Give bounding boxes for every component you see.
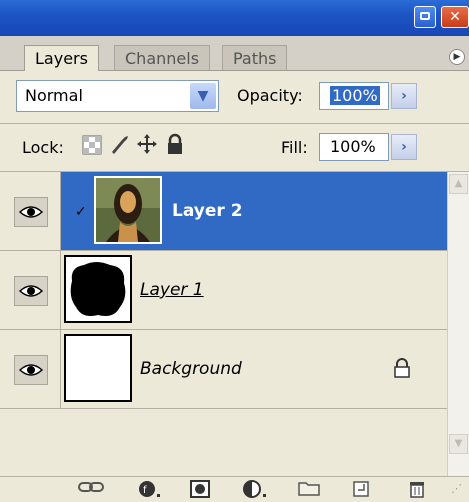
svg-text:f: f — [143, 485, 147, 496]
layer-row-layer-1[interactable]: Layer 1 — [0, 251, 447, 330]
fill-field[interactable]: 100% — [319, 133, 389, 161]
lock-label: Lock: — [22, 138, 64, 157]
blend-mode-select[interactable]: Normal ▼ — [16, 80, 219, 112]
chevron-down-icon: ▼ — [454, 438, 463, 449]
lock-transparent-pixels-icon[interactable] — [82, 135, 102, 160]
layer-row-layer-2[interactable]: ✓ Layer 2 — [0, 172, 447, 251]
layers-scrollbar[interactable]: ▲ ▼ — [447, 172, 469, 476]
minimize-button[interactable] — [414, 6, 436, 28]
layers-list: ✓ Layer 2 Layer 1 Background — [0, 172, 447, 476]
visibility-toggle[interactable] — [14, 197, 48, 227]
layer-thumbnail-white — [64, 334, 132, 402]
opacity-value: 100% — [330, 86, 380, 105]
divider — [0, 123, 469, 124]
palette-menu-button[interactable]: ▶ — [449, 49, 465, 65]
lock-image-pixels-icon[interactable] — [108, 132, 132, 161]
fill-label: Fill: — [281, 138, 308, 157]
visibility-toggle[interactable] — [14, 355, 48, 385]
add-mask-icon[interactable] — [190, 480, 210, 498]
visibility-cell — [0, 330, 61, 408]
arrow-right-icon: › — [401, 139, 407, 155]
resize-grip-icon[interactable]: ⋰ — [451, 480, 462, 498]
opacity-label: Opacity: — [237, 86, 303, 105]
eye-icon — [19, 285, 43, 297]
arrow-right-icon: › — [401, 88, 407, 104]
new-layer-icon[interactable] — [352, 480, 370, 498]
link-icon[interactable] — [78, 480, 104, 498]
visibility-cell — [0, 251, 61, 329]
eye-icon — [19, 206, 43, 218]
scroll-up-button[interactable]: ▲ — [449, 174, 468, 194]
layer-name[interactable]: Layer 2 — [172, 172, 243, 250]
opacity-slider-button[interactable]: › — [391, 83, 417, 109]
adjustment-layer-icon[interactable] — [243, 480, 269, 498]
tab-strip: Layers Channels Paths ▶ — [0, 36, 469, 71]
chevron-down-icon[interactable]: ▼ — [190, 83, 216, 109]
layer-style-icon[interactable]: f — [138, 480, 162, 498]
layer-thumbnail-black-blob — [64, 255, 132, 323]
play-arrow-icon: ▶ — [453, 52, 461, 62]
lock-icon — [393, 358, 411, 382]
tab-layers-label: Layers — [35, 49, 88, 68]
tab-layers[interactable]: Layers — [24, 45, 99, 71]
close-icon: ✕ — [449, 9, 461, 25]
folder-icon[interactable] — [298, 480, 320, 498]
layer-row-background[interactable]: Background — [0, 330, 447, 409]
layer-name[interactable]: Background — [140, 330, 242, 408]
opacity-field[interactable]: 100% — [319, 82, 389, 110]
tab-paths[interactable]: Paths — [222, 45, 288, 70]
layers-toolbar: f ⋰ — [0, 476, 469, 499]
lock-position-icon[interactable] — [136, 133, 158, 160]
layer-name[interactable]: Layer 1 — [140, 251, 204, 329]
lock-all-icon[interactable] — [165, 133, 185, 160]
visibility-cell — [0, 172, 61, 250]
brush-link-icon: ✓ — [75, 204, 87, 220]
blend-mode-value: Normal — [25, 86, 83, 105]
trash-icon[interactable] — [408, 480, 426, 498]
tab-channels-label: Channels — [125, 49, 200, 68]
minimize-icon — [420, 12, 430, 20]
fill-slider-button[interactable]: › — [391, 134, 417, 160]
visibility-toggle[interactable] — [14, 276, 48, 306]
close-button[interactable]: ✕ — [441, 6, 469, 28]
tab-channels[interactable]: Channels — [114, 45, 211, 70]
scroll-down-button[interactable]: ▼ — [449, 434, 468, 454]
fill-value: 100% — [330, 137, 376, 156]
chevron-up-icon: ▲ — [454, 178, 463, 189]
tab-paths-label: Paths — [233, 49, 277, 68]
layer-thumbnail-mona-lisa — [94, 176, 162, 244]
eye-icon — [19, 364, 43, 376]
palette-titlebar[interactable]: ✕ — [0, 0, 469, 36]
